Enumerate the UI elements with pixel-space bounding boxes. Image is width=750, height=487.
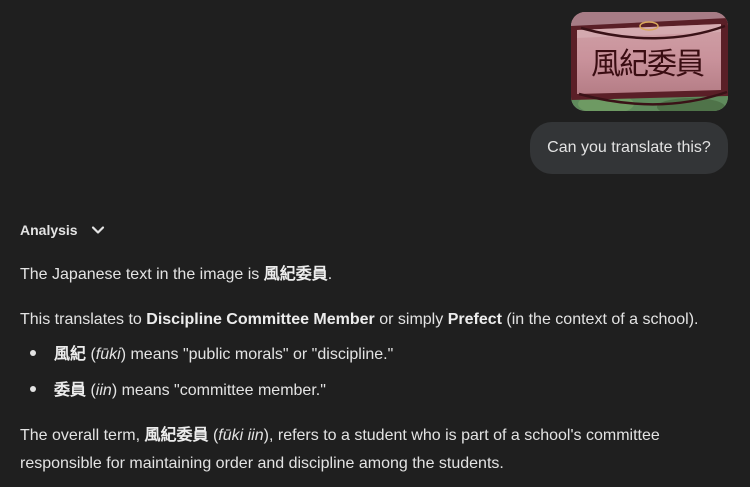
list-item: 委員 (iin) means "committee member." [30,377,326,405]
text-segment: responsible for maintaining order and di… [20,455,504,472]
text-segment: . [327,266,333,283]
uploaded-image[interactable]: 風紀委員 [571,12,728,111]
bullet-icon [30,349,36,356]
text-segment: ( [208,427,219,444]
reading: iin [95,382,112,399]
analysis-toggle[interactable]: Analysis [20,218,106,242]
user-message-text: Can you translate this? [547,139,711,156]
text-segment: This translates to [20,311,147,328]
text-segment: ( [86,382,96,399]
text-segment: (in the context of a school). [501,311,699,328]
bold-term: Discipline Committee Member [146,311,375,328]
reading: fūki iin [218,427,264,444]
text-segment: ) means "committee member." [111,382,326,399]
japanese-term: 風紀委員 [144,427,209,444]
japanese-term: 風紀 [54,346,87,363]
analysis-label: Analysis [20,222,78,238]
reading: fūki [95,346,121,363]
bold-term: Prefect [447,311,502,328]
response-paragraph-continued: responsible for maintaining order and di… [20,450,504,478]
list-item: 風紀 (fūki) means "public morals" or "disc… [30,341,393,369]
text-segment: The overall term, [20,427,145,444]
japanese-term: 委員 [54,382,87,399]
text-segment: The Japanese text in the image is [20,266,264,283]
text-segment: or simply [374,311,448,328]
response-paragraph: This translates to Discipline Committee … [20,306,698,334]
response-paragraph: The Japanese text in the image is 風紀委員. [20,261,332,289]
user-message-bubble: Can you translate this? [530,122,728,174]
text-segment: ), refers to a student who is part of a … [263,427,660,444]
japanese-term: 風紀委員 [263,266,328,283]
bullet-icon [30,385,36,392]
text-segment: ) means "public morals" or "discipline." [120,346,394,363]
chevron-down-icon [91,226,104,234]
armband-text: 風紀委員 [591,47,704,82]
response-paragraph: The overall term, 風紀委員 (fūki iin), refer… [20,422,660,450]
text-segment: ( [86,346,96,363]
